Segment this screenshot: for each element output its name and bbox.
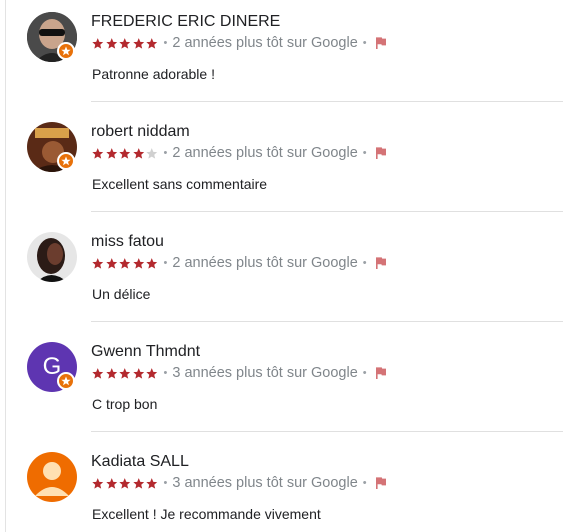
star-filled-icon bbox=[119, 147, 131, 159]
flag-icon[interactable] bbox=[374, 366, 388, 380]
review-meta: • 3 années plus tôt sur Google • bbox=[91, 364, 388, 382]
star-filled-icon bbox=[119, 257, 131, 269]
review-time: 3 années plus tôt sur Google bbox=[172, 475, 358, 491]
review-text: Excellent ! Je recommande vivement bbox=[92, 506, 321, 522]
review-meta: • 2 années plus tôt sur Google • bbox=[91, 34, 388, 52]
review-time: 2 années plus tôt sur Google bbox=[172, 255, 358, 271]
flag-icon[interactable] bbox=[374, 146, 388, 160]
star-rating bbox=[91, 367, 159, 380]
review-meta: • 3 années plus tôt sur Google • bbox=[91, 474, 388, 492]
review-item: miss fatou • 2 années plus tôt sur Googl… bbox=[0, 220, 563, 322]
local-guide-badge-icon bbox=[57, 152, 75, 170]
flag-icon[interactable] bbox=[374, 476, 388, 490]
star-filled-icon bbox=[132, 147, 144, 159]
avatar[interactable] bbox=[27, 452, 77, 502]
review-item: G Gwenn Thmdnt • 3 années plus tôt sur G… bbox=[0, 330, 563, 432]
star-filled-icon bbox=[132, 477, 144, 489]
flag-icon[interactable] bbox=[374, 256, 388, 270]
divider bbox=[91, 211, 563, 212]
star-filled-icon bbox=[146, 367, 158, 379]
reviewer-name[interactable]: miss fatou bbox=[91, 233, 164, 251]
star-filled-icon bbox=[132, 367, 144, 379]
star-rating bbox=[91, 257, 159, 270]
star-filled-icon bbox=[105, 367, 117, 379]
star-filled-icon bbox=[146, 477, 158, 489]
star-filled-icon bbox=[146, 257, 158, 269]
star-filled-icon bbox=[119, 367, 131, 379]
local-guide-badge-icon bbox=[57, 372, 75, 390]
review-time: 2 années plus tôt sur Google bbox=[172, 35, 358, 51]
divider bbox=[91, 431, 563, 432]
reviewer-name[interactable]: robert niddam bbox=[91, 123, 190, 141]
star-rating bbox=[91, 477, 159, 490]
review-text: C trop bon bbox=[92, 396, 158, 412]
divider bbox=[91, 321, 563, 322]
flag-icon[interactable] bbox=[374, 36, 388, 50]
review-text: Un délice bbox=[92, 286, 151, 302]
star-filled-icon bbox=[92, 147, 104, 159]
star-filled-icon bbox=[132, 257, 144, 269]
avatar[interactable] bbox=[27, 232, 77, 282]
star-filled-icon bbox=[92, 37, 104, 49]
star-filled-icon bbox=[105, 257, 117, 269]
star-rating bbox=[91, 37, 159, 50]
star-filled-icon bbox=[119, 37, 131, 49]
star-rating bbox=[91, 147, 159, 160]
review-item: Kadiata SALL • 3 années plus tôt sur Goo… bbox=[0, 440, 563, 532]
reviewer-name[interactable]: Gwenn Thmdnt bbox=[91, 343, 200, 361]
star-filled-icon bbox=[105, 37, 117, 49]
divider bbox=[91, 101, 563, 102]
star-filled-icon bbox=[105, 147, 117, 159]
review-text: Patronne adorable ! bbox=[92, 66, 215, 82]
star-empty-icon bbox=[146, 147, 158, 159]
review-time: 3 années plus tôt sur Google bbox=[172, 365, 358, 381]
default-person-icon bbox=[35, 462, 69, 496]
review-text: Excellent sans commentaire bbox=[92, 176, 268, 192]
reviewer-photo bbox=[27, 232, 77, 282]
local-guide-badge-icon bbox=[57, 42, 75, 60]
star-filled-icon bbox=[146, 37, 158, 49]
reviewer-name[interactable]: Kadiata SALL bbox=[91, 453, 189, 471]
reviewer-name[interactable]: FREDERIC ERIC DINERE bbox=[91, 13, 280, 31]
star-filled-icon bbox=[132, 37, 144, 49]
review-item: FREDERIC ERIC DINERE • 2 années plus tôt… bbox=[0, 0, 563, 102]
review-time: 2 années plus tôt sur Google bbox=[172, 145, 358, 161]
star-filled-icon bbox=[105, 477, 117, 489]
review-meta: • 2 années plus tôt sur Google • bbox=[91, 254, 388, 272]
star-filled-icon bbox=[92, 477, 104, 489]
star-filled-icon bbox=[119, 477, 131, 489]
star-filled-icon bbox=[92, 257, 104, 269]
review-meta: • 2 années plus tôt sur Google • bbox=[91, 144, 388, 162]
review-item: robert niddam • 2 années plus tôt sur Go… bbox=[0, 110, 563, 212]
star-filled-icon bbox=[92, 367, 104, 379]
